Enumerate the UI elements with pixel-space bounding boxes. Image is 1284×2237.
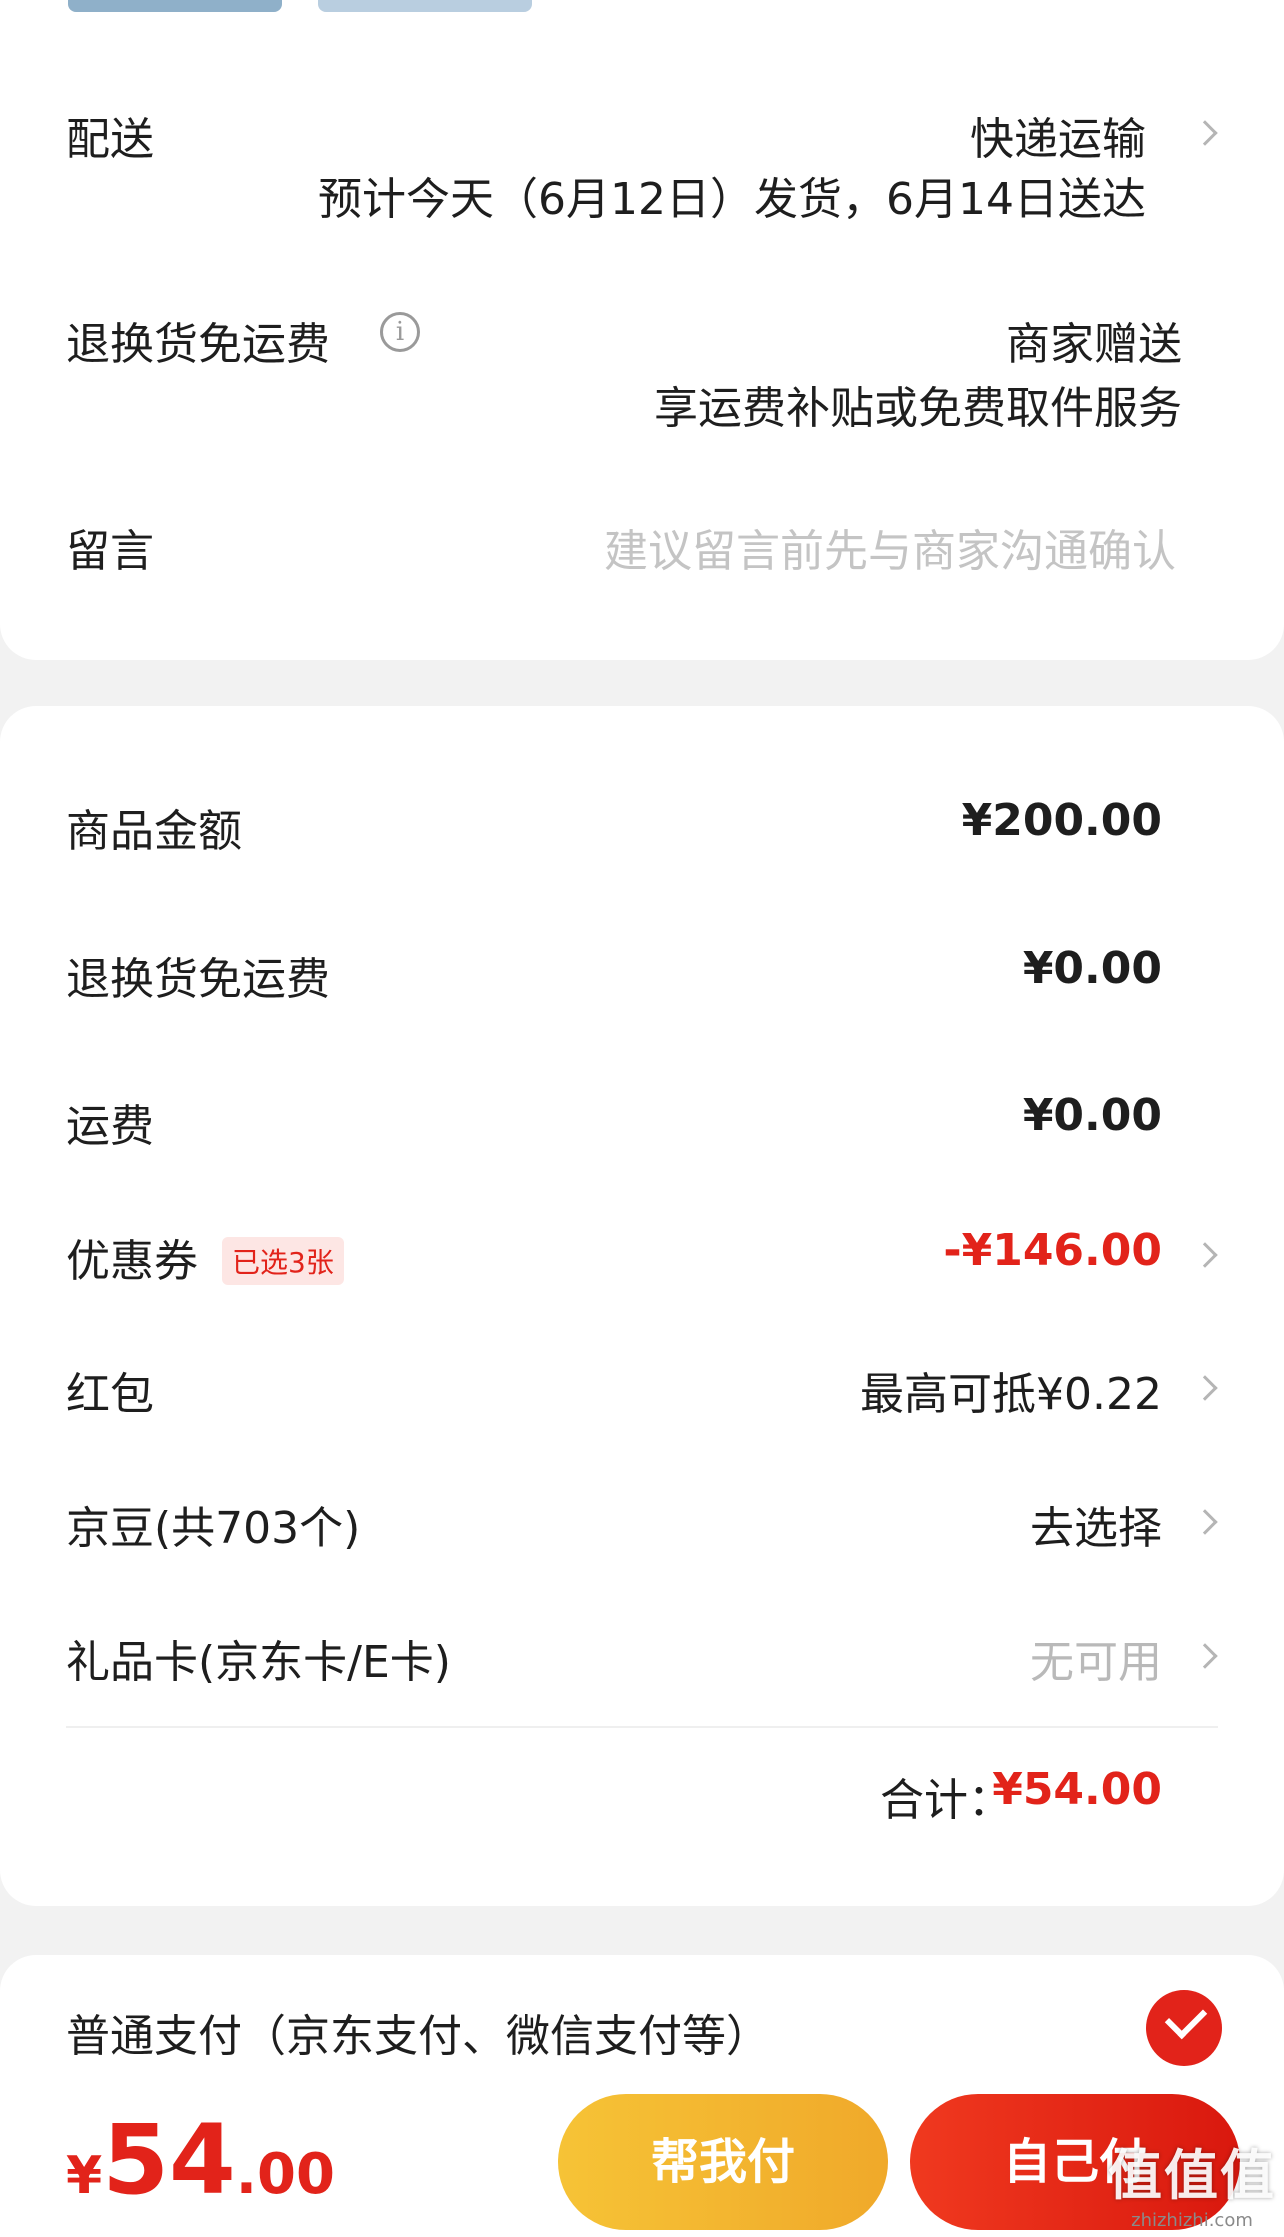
goods-amount-value: ¥200.00 [961, 795, 1162, 846]
total-value: ¥54.00 [992, 1764, 1162, 1815]
currency-symbol: ¥ [66, 2146, 103, 2206]
product-thumbnail[interactable] [68, 0, 282, 12]
shipping-label: 运费 [66, 1101, 154, 1152]
return-fee-label: 退换货免运费 [66, 954, 330, 1005]
watermark-text: 值值值 [1108, 2144, 1276, 2207]
price-integer: 54 [102, 2104, 236, 2216]
delivery-label: 配送 [66, 114, 154, 165]
coupon-value[interactable]: -¥146.00 [943, 1225, 1162, 1276]
watermark-url: zhizhizhi.com [1131, 2210, 1253, 2231]
message-input[interactable]: 建议留言前先与商家沟通确认 [604, 515, 1176, 579]
red-packet-value[interactable]: 最高可抵¥0.22 [860, 1358, 1162, 1422]
info-icon[interactable]: i [380, 312, 420, 352]
coupon-label: 优惠券 [66, 1236, 198, 1287]
red-packet-label: 红包 [66, 1369, 154, 1420]
gift-card-label: 礼品卡(京东卡/E卡) [66, 1637, 451, 1688]
watermark-logo: 值值值 zhizhizhi.com [1108, 2131, 1276, 2231]
price-decimal: .00 [235, 2142, 335, 2207]
return-shipping-value: 商家赠送 [1006, 319, 1182, 370]
help-me-pay-button[interactable]: 帮我付 [558, 2094, 888, 2230]
product-thumbnail[interactable] [318, 0, 532, 12]
return-shipping-label: 退换货免运费 [66, 319, 330, 370]
delivery-estimate: 预计今天（6月12日）发货，6月14日送达 [318, 174, 1146, 225]
payment-method-label[interactable]: 普通支付（京东支付、微信支付等） [66, 2000, 770, 2064]
payable-amount: ¥ 54 .00 [66, 2110, 335, 2210]
coupon-selected-badge: 已选3张 [222, 1237, 344, 1285]
return-shipping-subvalue: 享运费补贴或免费取件服务 [654, 383, 1182, 434]
jd-beans-label: 京豆(共703个) [66, 1503, 361, 1554]
gift-card-value[interactable]: 无可用 [1030, 1626, 1162, 1690]
check-icon[interactable] [1146, 1990, 1222, 2066]
return-fee-value: ¥0.00 [1022, 943, 1162, 994]
goods-amount-label: 商品金额 [66, 806, 242, 857]
shipping-value: ¥0.00 [1022, 1090, 1162, 1141]
divider [66, 1726, 1218, 1728]
message-label: 留言 [66, 526, 154, 577]
delivery-method[interactable]: 快递运输 [970, 103, 1146, 167]
jd-beans-value[interactable]: 去选择 [1030, 1492, 1162, 1556]
